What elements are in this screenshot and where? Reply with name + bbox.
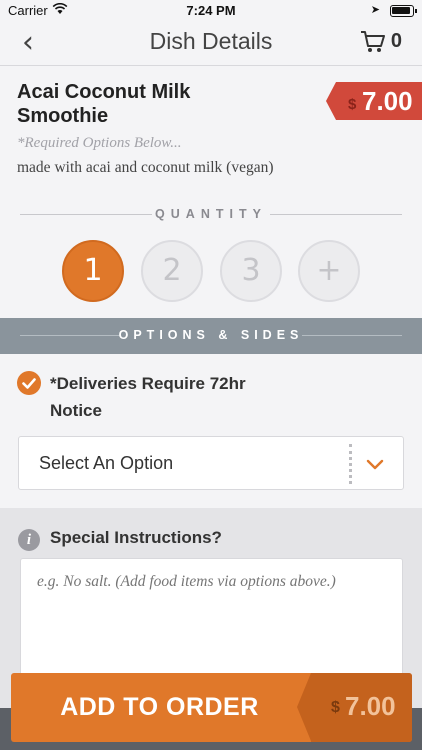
status-bar: Carrier 7:24 PM ➤ bbox=[0, 0, 422, 22]
options-panel: *Deliveries Require 72hr Notice Select A… bbox=[0, 354, 422, 508]
dish-panel: Acai Coconut Milk Smoothie $ 7.00 *Requi… bbox=[0, 66, 422, 318]
quantity-divider-right bbox=[270, 214, 402, 215]
add-to-order-price: $ 7.00 bbox=[297, 673, 412, 742]
quantity-option-2[interactable]: 2 bbox=[141, 240, 203, 302]
option-select-value: Select An Option bbox=[39, 453, 174, 473]
quantity-more-button[interactable]: + bbox=[298, 240, 360, 302]
add-to-order-label: ADD TO ORDER bbox=[60, 693, 259, 721]
option-group-title: *Deliveries Require 72hr Notice bbox=[50, 374, 246, 420]
battery-icon bbox=[390, 5, 417, 17]
price-currency: $ bbox=[348, 96, 357, 113]
page-title: Dish Details bbox=[149, 28, 273, 54]
dish-description: made with acai and coconut milk (vegan) bbox=[17, 159, 274, 176]
location-icon: ➤ bbox=[370, 4, 380, 16]
quantity-option-3[interactable]: 3 bbox=[220, 240, 282, 302]
options-header: OPTIONS & SIDES bbox=[0, 318, 422, 354]
cart-count[interactable]: 0 bbox=[391, 30, 402, 53]
special-instructions-title: Special Instructions? bbox=[50, 528, 222, 547]
info-icon: i bbox=[18, 529, 40, 551]
cart-icon[interactable] bbox=[360, 30, 386, 59]
options-divider-right bbox=[302, 335, 402, 336]
nav-bar: ‹ Dish Details 0 bbox=[0, 22, 422, 66]
select-divider bbox=[349, 444, 352, 484]
checkmark-icon bbox=[17, 371, 41, 395]
footer-price-currency: $ bbox=[331, 699, 340, 716]
dish-name: Acai Coconut Milk Smoothie bbox=[17, 81, 191, 127]
quantity-option-1[interactable]: 1 bbox=[62, 240, 124, 302]
chevron-down-icon bbox=[365, 454, 385, 479]
price-tag: $ 7.00 bbox=[326, 82, 422, 120]
price-amount: 7.00 bbox=[362, 86, 413, 116]
add-to-order-button[interactable]: ADD TO ORDER $ 7.00 bbox=[11, 673, 412, 742]
clock: 7:24 PM bbox=[186, 3, 236, 18]
option-select[interactable]: Select An Option bbox=[18, 436, 404, 490]
footer-price-amount: 7.00 bbox=[345, 691, 396, 721]
required-options-note: *Required Options Below... bbox=[17, 135, 182, 151]
